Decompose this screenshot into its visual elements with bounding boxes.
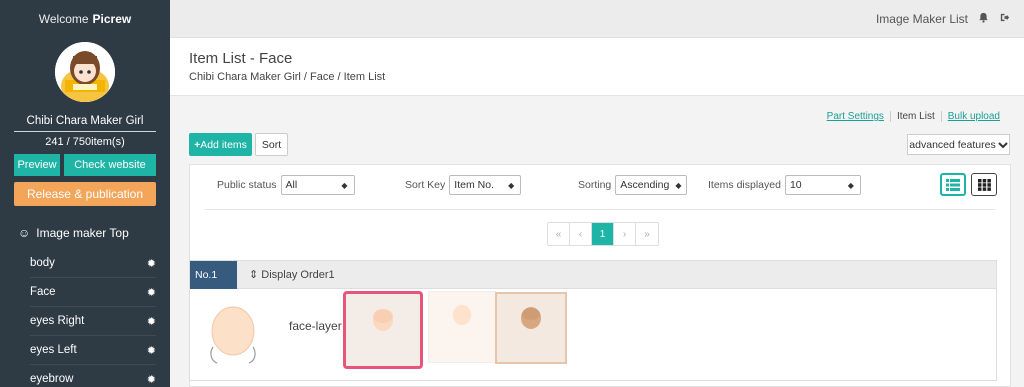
sidebar-item-eyebrow[interactable]: eyebrow ✹ <box>30 365 156 387</box>
display-order-label: Display Order1 <box>261 269 335 281</box>
sort-key-value: Item No. <box>454 179 494 191</box>
gear-icon[interactable]: ✹ <box>147 344 156 357</box>
list-icon <box>946 178 960 191</box>
welcome-prefix: Welcome <box>38 12 89 26</box>
smile-icon: ☺ <box>18 226 31 240</box>
add-items-label: Add items <box>200 138 247 151</box>
image-maker-top-link[interactable]: ☺ Image maker Top <box>18 226 170 240</box>
page-header: Item List - Face Chibi Chara Maker Girl … <box>170 38 1024 96</box>
public-status-value: All <box>285 179 298 191</box>
item-list-label: Item List <box>889 111 942 122</box>
layer-header: No.1 ⇕ Display Order1 <box>190 260 996 289</box>
face-thumbnail <box>373 309 393 331</box>
grid-view-button[interactable] <box>971 173 997 196</box>
check-website-button[interactable]: Check website <box>64 154 156 176</box>
last-page-button[interactable]: » <box>636 223 658 245</box>
sidebar-item-label: eyes Left <box>30 344 77 356</box>
sidebar-item-face[interactable]: Face ✹ <box>30 278 156 307</box>
face-preview <box>210 306 256 364</box>
face-thumbnail <box>521 307 541 329</box>
sidebar-part-list: body ✹ Face ✹ eyes Right ✹ eyes Left ✹ e… <box>0 249 170 387</box>
first-page-button[interactable]: « <box>548 223 570 245</box>
advanced-features-label: advanced features <box>909 138 996 151</box>
item-list-panel: Public status All ◆ Sort Key Item No. ◆ So… <box>189 164 1011 387</box>
list-view-button[interactable] <box>940 173 966 196</box>
sort-key-select[interactable]: Item No. ◆ <box>449 175 522 195</box>
sorting-label: Sorting <box>578 179 612 191</box>
chevron-down-icon <box>997 141 1008 148</box>
layer-card: No.1 ⇕ Display Order1 face-layer <box>189 260 997 381</box>
release-publication-button[interactable]: Release & publication <box>14 182 156 206</box>
updown-icon: ◆ <box>341 180 348 190</box>
updown-icon: ◆ <box>675 180 682 190</box>
layer-name: face-layer <box>289 319 342 333</box>
sorting-select[interactable]: Ascending ◆ <box>615 175 688 195</box>
image-maker-list-link[interactable]: Image Maker List <box>876 12 968 26</box>
grid-icon <box>977 178 991 191</box>
pagination: « ‹ 1 › » <box>547 222 659 246</box>
items-displayed-select[interactable]: 10 ◆ <box>784 175 861 195</box>
welcome-name: Picrew <box>92 12 132 26</box>
layer-body: face-layer <box>190 289 996 381</box>
item-count: 241 / 750item(s) <box>45 136 125 148</box>
public-status-select[interactable]: All ◆ <box>280 175 355 195</box>
items-displayed-value: 10 <box>789 179 802 191</box>
public-status-filter: Public status All ◆ <box>217 175 355 195</box>
maker-name: Chibi Chara Maker Girl <box>14 115 156 132</box>
filter-bar: Public status All ◆ Sort Key Item No. ◆ So… <box>190 173 1010 197</box>
welcome-text: Welcome Picrew <box>0 0 170 38</box>
items-displayed-filter: Items displayed 10 ◆ <box>708 175 861 195</box>
maker-avatar[interactable] <box>55 42 115 102</box>
sidebar-item-label: eyebrow <box>30 373 74 385</box>
breadcrumb: Chibi Chara Maker Girl / Face / Item Lis… <box>189 71 386 83</box>
add-items-button[interactable]: + Add items <box>189 133 252 156</box>
sorting-filter: Sorting Ascending ◆ <box>578 175 688 195</box>
sort-key-label: Sort Key <box>405 179 446 191</box>
sidebar-item-label: Face <box>30 286 56 298</box>
sidebar: Welcome Picrew Chibi Chara Maker Girl 241… <box>0 0 170 387</box>
part-settings-link[interactable]: Part Settings <box>821 111 890 122</box>
prev-page-button[interactable]: ‹ <box>570 223 592 245</box>
image-maker-top-label: Image maker Top <box>36 226 129 240</box>
item-thumbnail[interactable] <box>428 291 496 363</box>
preview-button[interactable]: Preview <box>14 154 60 176</box>
gear-icon[interactable]: ✹ <box>147 257 156 270</box>
bell-icon[interactable] <box>978 12 989 26</box>
updown-icon: ⇕ <box>249 269 259 281</box>
sidebar-item-eyes-right[interactable]: eyes Right ✹ <box>30 307 156 336</box>
sidebar-item-label: eyes Right <box>30 315 85 327</box>
sidebar-item-eyes-left[interactable]: eyes Left ✹ <box>30 336 156 365</box>
gear-icon[interactable]: ✹ <box>147 286 156 299</box>
bulk-upload-link[interactable]: Bulk upload <box>942 111 1006 122</box>
layer-number: No.1 <box>190 260 237 289</box>
updown-icon: ◆ <box>508 180 515 190</box>
sort-button[interactable]: Sort <box>255 133 288 156</box>
page-title: Item List - Face <box>189 50 293 67</box>
logout-icon[interactable] <box>999 12 1010 26</box>
next-page-button[interactable]: › <box>614 223 636 245</box>
sidebar-item-body[interactable]: body ✹ <box>30 249 156 278</box>
sorting-value: Ascending <box>620 179 670 191</box>
gear-icon[interactable]: ✹ <box>147 315 156 328</box>
top-bar: Image Maker List <box>170 0 1024 38</box>
main-content: Part Settings Item List Bulk upload + Add… <box>170 96 1024 387</box>
gear-icon[interactable]: ✹ <box>147 373 156 386</box>
sort-key-filter: Sort Key Item No. ◆ <box>405 175 522 195</box>
public-status-label: Public status <box>217 179 277 191</box>
items-displayed-label: Items displayed <box>708 179 781 191</box>
part-links: Part Settings Item List Bulk upload <box>821 111 1006 122</box>
display-order[interactable]: ⇕ Display Order1 <box>249 268 335 281</box>
advanced-features-dropdown[interactable]: advanced features <box>907 134 1010 155</box>
divider <box>205 209 995 210</box>
item-thumbnail-selected[interactable] <box>343 291 423 369</box>
face-thumbnail <box>452 304 472 326</box>
item-thumbnail[interactable] <box>495 292 567 364</box>
sidebar-item-label: body <box>30 257 55 269</box>
current-page-button[interactable]: 1 <box>592 223 614 245</box>
updown-icon: ◆ <box>847 180 854 190</box>
